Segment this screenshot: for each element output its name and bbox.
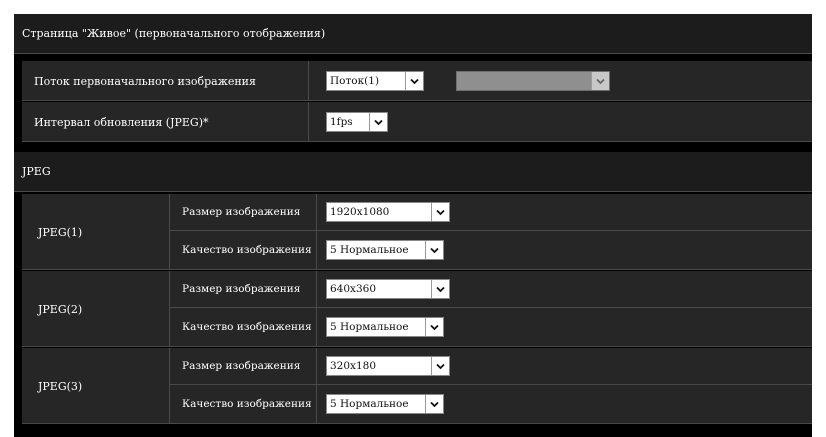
- live-page-section-title: Страница "Живое" (первоначального отобра…: [22, 27, 326, 40]
- jpeg-group-2: JPEG(2) Размер изображения 640x360 Качес…: [22, 271, 812, 347]
- jpeg-group-1-label: JPEG(1): [38, 225, 83, 239]
- jpeg-section-title: JPEG: [22, 165, 51, 178]
- image-quality-label: Качество изображения: [182, 320, 312, 333]
- jpeg-group-3: JPEG(3) Размер изображения 320x180 Качес…: [22, 348, 812, 424]
- initial-stream-secondary-select: [456, 71, 610, 91]
- jpeg-1-quality-value: 5 Нормальное: [330, 244, 409, 256]
- chevron-down-icon: [405, 72, 423, 90]
- image-size-label: Размер изображения: [182, 359, 301, 372]
- jpeg-1-size-select[interactable]: 1920x1080: [326, 202, 450, 222]
- refresh-interval-select[interactable]: 1fps: [326, 112, 388, 132]
- jpeg-2-quality-select[interactable]: 5 Нормальное: [326, 317, 444, 337]
- row-divider: [316, 271, 317, 346]
- chevron-down-icon: [431, 203, 449, 221]
- chevron-down-icon: [591, 72, 609, 90]
- row-divider: [316, 194, 317, 269]
- image-quality-label: Качество изображения: [182, 397, 312, 410]
- jpeg-group-1: JPEG(1) Размер изображения 1920x1080 Кач…: [22, 194, 812, 270]
- row-divider: [308, 61, 309, 100]
- jpeg-2-quality-value: 5 Нормальное: [330, 321, 409, 333]
- jpeg-1-size-value: 1920x1080: [330, 206, 390, 218]
- jpeg-3-size-select[interactable]: 320x180: [326, 356, 450, 376]
- jpeg-group-3-label: JPEG(3): [38, 379, 83, 393]
- chevron-down-icon: [425, 395, 443, 413]
- chevron-down-icon: [369, 113, 387, 131]
- row-divider: [316, 348, 317, 423]
- jpeg-section-header: JPEG: [14, 152, 812, 192]
- chevron-down-icon: [425, 241, 443, 259]
- settings-panel: Страница "Живое" (первоначального отобра…: [14, 14, 812, 437]
- image-quality-label: Качество изображения: [182, 243, 312, 256]
- chevron-down-icon: [431, 357, 449, 375]
- chevron-down-icon: [425, 318, 443, 336]
- initial-stream-select-value: Поток(1): [330, 75, 380, 87]
- refresh-interval-row: Интервал обновления (JPEG)* 1fps: [22, 102, 812, 142]
- initial-stream-select[interactable]: Поток(1): [326, 71, 424, 91]
- image-size-label: Размер изображения: [182, 282, 301, 295]
- jpeg-3-quality-value: 5 Нормальное: [330, 398, 409, 410]
- refresh-interval-select-value: 1fps: [330, 116, 353, 128]
- jpeg-group-2-label: JPEG(2): [38, 302, 83, 316]
- live-page-section-header: Страница "Живое" (первоначального отобра…: [14, 14, 812, 54]
- jpeg-3-quality-select[interactable]: 5 Нормальное: [326, 394, 444, 414]
- initial-stream-label: Поток первоначального изображения: [34, 74, 256, 88]
- jpeg-2-size-select[interactable]: 640x360: [326, 279, 450, 299]
- refresh-interval-label: Интервал обновления (JPEG)*: [34, 115, 209, 129]
- initial-stream-row: Поток первоначального изображения Поток(…: [22, 61, 812, 101]
- chevron-down-icon: [431, 280, 449, 298]
- jpeg-3-size-value: 320x180: [330, 360, 377, 372]
- jpeg-2-size-value: 640x360: [330, 283, 377, 295]
- row-divider: [308, 102, 309, 141]
- image-size-label: Размер изображения: [182, 205, 301, 218]
- jpeg-1-quality-select[interactable]: 5 Нормальное: [326, 240, 444, 260]
